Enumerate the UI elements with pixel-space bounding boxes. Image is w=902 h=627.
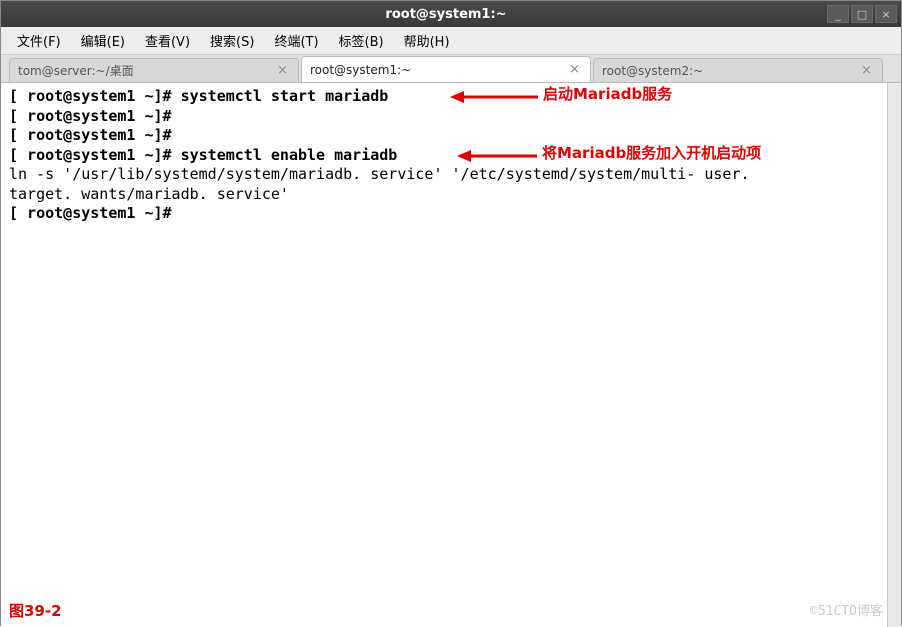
menu-terminal[interactable]: 终端(T) (266, 27, 326, 54)
menu-edit[interactable]: 编辑(E) (73, 27, 133, 54)
terminal-line: target. wants/mariadb. service' (9, 185, 893, 205)
minimize-button[interactable]: _ (827, 5, 849, 23)
tab-label: root@system2:~ (602, 64, 859, 78)
terminal-line: [ root@system1 ~]# (9, 126, 893, 146)
menu-tabs[interactable]: 标签(B) (331, 27, 392, 54)
menu-view[interactable]: 查看(V) (137, 27, 198, 54)
tab-label: tom@server:~/桌面 (18, 62, 275, 79)
tab-2[interactable]: root@system2:~ × (593, 58, 883, 82)
tab-label: root@system1:~ (310, 63, 567, 77)
tabbar: tom@server:~/桌面 × root@system1:~ × root@… (1, 55, 901, 83)
terminal-line: [ root@system1 ~]# (9, 204, 893, 224)
terminal-line: [ root@system1 ~]# (9, 107, 893, 127)
figure-label: 图39-2 (9, 602, 62, 622)
terminal-line: ln -s '/usr/lib/systemd/system/mariadb. … (9, 165, 893, 185)
watermark: ©51CTO博客 (810, 604, 883, 621)
terminal-area[interactable]: [ root@system1 ~]# systemctl start maria… (1, 83, 901, 627)
tab-1[interactable]: root@system1:~ × (301, 56, 591, 82)
scrollbar[interactable] (887, 83, 901, 627)
window-title: root@system1:~ (65, 7, 827, 22)
menu-help[interactable]: 帮助(H) (396, 27, 458, 54)
annotation-text: 启动Mariadb服务 (543, 85, 672, 105)
titlebar: root@system1:~ _ □ × (1, 1, 901, 27)
close-icon[interactable]: × (275, 63, 290, 78)
window-controls: _ □ × (827, 5, 897, 23)
close-button[interactable]: × (875, 5, 897, 23)
tab-0[interactable]: tom@server:~/桌面 × (9, 58, 299, 82)
terminal-line: [ root@system1 ~]# systemctl start maria… (9, 87, 893, 107)
menu-search[interactable]: 搜索(S) (202, 27, 262, 54)
close-icon[interactable]: × (567, 62, 582, 77)
annotation-text: 将Mariadb服务加入开机启动项 (542, 144, 761, 164)
maximize-button[interactable]: □ (851, 5, 873, 23)
menubar: 文件(F) 编辑(E) 查看(V) 搜索(S) 终端(T) 标签(B) 帮助(H… (1, 27, 901, 55)
menu-file[interactable]: 文件(F) (9, 27, 69, 54)
close-icon[interactable]: × (859, 63, 874, 78)
